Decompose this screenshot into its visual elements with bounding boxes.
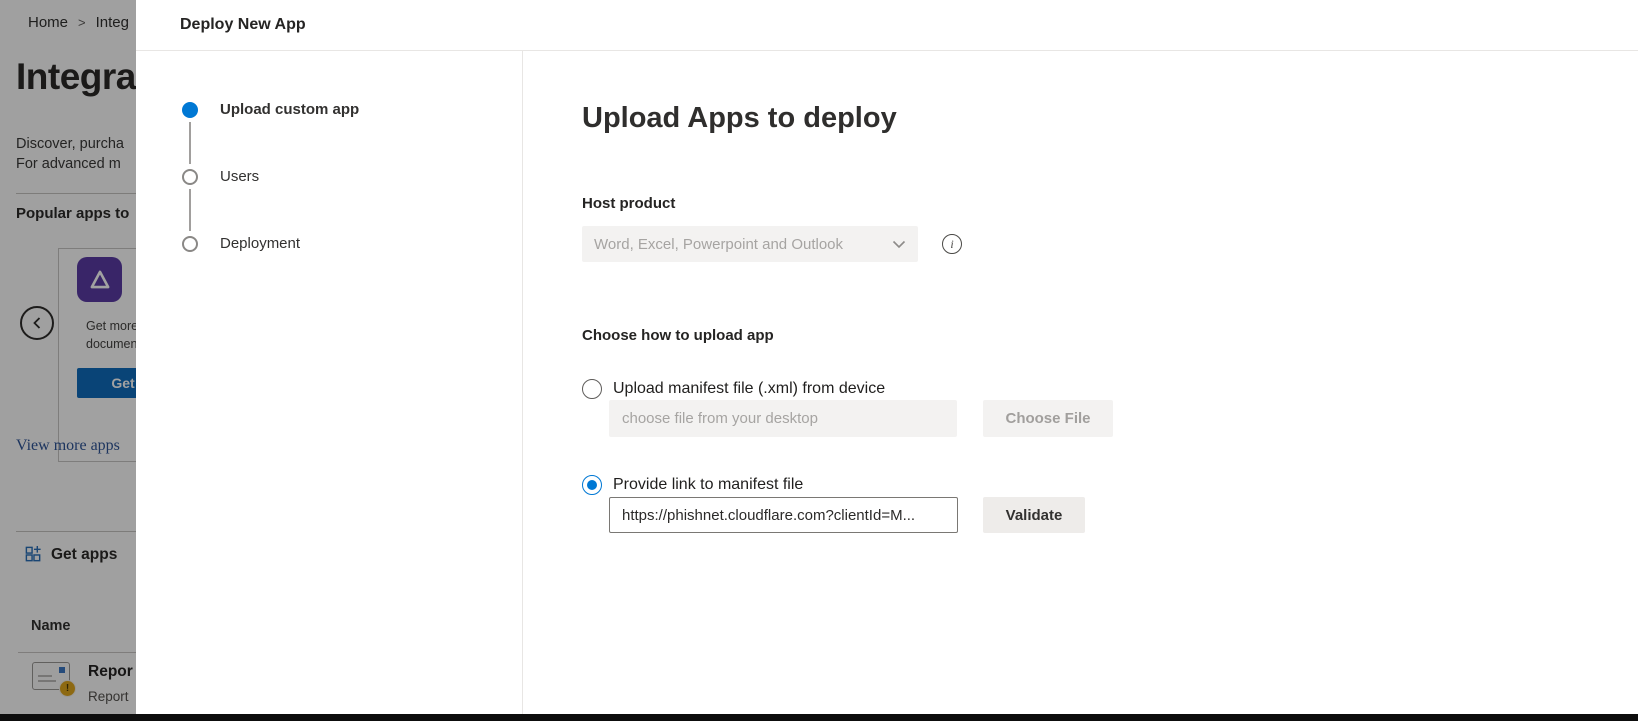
step-label: Users: [220, 168, 259, 185]
chevron-down-icon: [892, 240, 906, 249]
stepper-step-deployment[interactable]: Deployment: [182, 235, 522, 252]
step-active-circle: [182, 102, 198, 118]
radio-unselected[interactable]: [582, 379, 602, 399]
file-path-input[interactable]: [609, 400, 957, 437]
panel-content: Upload Apps to deploy Host product Word,…: [523, 51, 1638, 721]
host-product-selected-value: Word, Excel, Powerpoint and Outlook: [594, 236, 892, 253]
provide-link-option[interactable]: Provide link to manifest file: [582, 475, 1638, 495]
bottom-edge-bar: [0, 714, 1638, 721]
content-heading: Upload Apps to deploy: [582, 101, 1638, 135]
panel-header: Deploy New App: [136, 0, 1638, 51]
host-product-label: Host product: [582, 194, 1638, 214]
choose-upload-method-label: Choose how to upload app: [582, 326, 1638, 346]
host-product-dropdown[interactable]: Word, Excel, Powerpoint and Outlook: [582, 226, 918, 262]
stepper-step-upload-custom-app[interactable]: Upload custom app: [182, 101, 522, 118]
panel-title: Deploy New App: [180, 16, 306, 34]
radio-selected[interactable]: [582, 475, 602, 495]
validate-button[interactable]: Validate: [983, 497, 1085, 533]
option-label: Upload manifest file (.xml) from device: [613, 380, 885, 398]
manifest-url-input[interactable]: [609, 497, 958, 533]
stepper-connector: [189, 189, 191, 231]
info-icon[interactable]: i: [942, 234, 962, 254]
option-label: Provide link to manifest file: [613, 476, 803, 494]
stepper-connector: [189, 122, 191, 164]
step-circle: [182, 169, 198, 185]
step-label: Upload custom app: [220, 101, 359, 118]
upload-from-device-option[interactable]: Upload manifest file (.xml) from device: [582, 379, 1638, 399]
wizard-stepper: Upload custom app Users Deployment: [136, 51, 523, 721]
deploy-new-app-panel: Deploy New App Upload custom app Users D…: [136, 0, 1638, 721]
step-label: Deployment: [220, 235, 300, 252]
choose-file-button[interactable]: Choose File: [983, 400, 1113, 437]
step-circle: [182, 236, 198, 252]
stepper-step-users[interactable]: Users: [182, 168, 522, 185]
